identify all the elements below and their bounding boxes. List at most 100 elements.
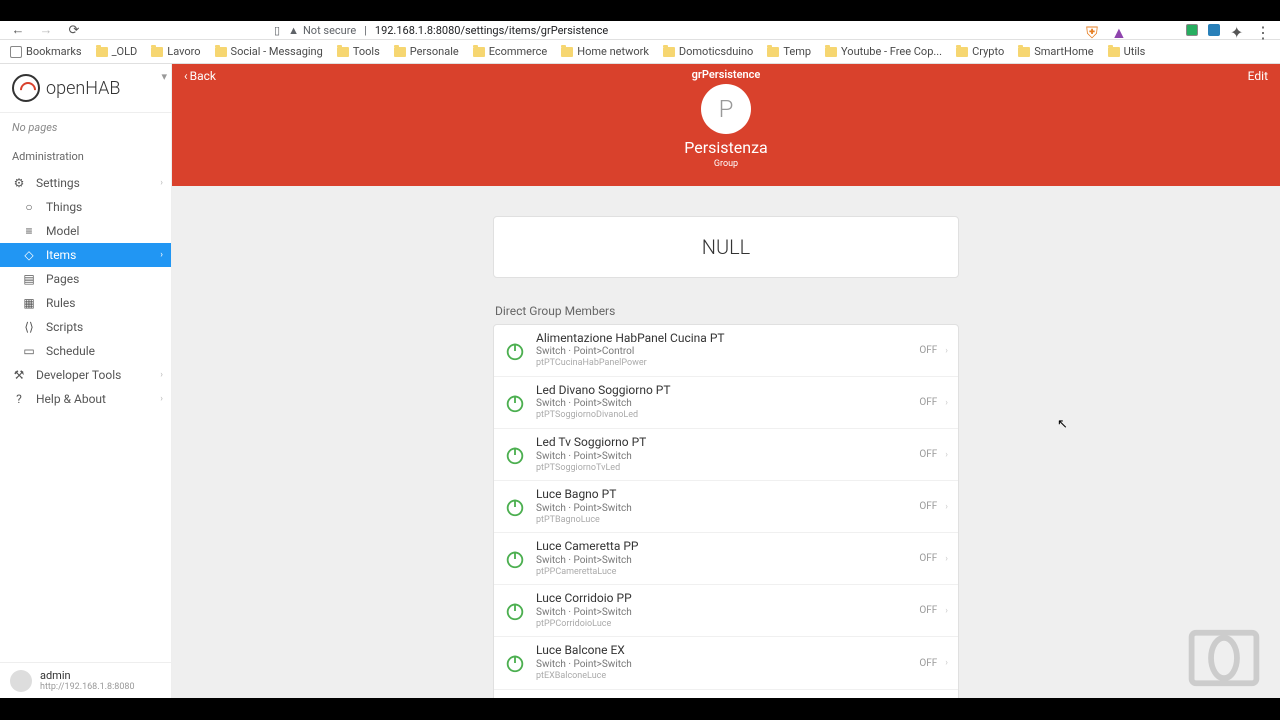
member-row[interactable]: Luce Corridoio PPSwitch · Point>Switchpt… (494, 585, 958, 637)
sidebar-item-label: Developer Tools (36, 368, 121, 382)
sidebar: ▾ openHAB No pages Administration ⚙Setti… (0, 64, 172, 698)
item-badge: P (701, 84, 751, 134)
user-footer[interactable]: admin http://192.168.1.8:8080 (0, 662, 171, 698)
power-icon (504, 496, 526, 518)
sidebar-item-schedule[interactable]: ▭Schedule (0, 339, 171, 363)
triangle-icon[interactable]: ▲ (1111, 23, 1126, 38)
member-row[interactable]: Led Divano Soggiorno PTSwitch · Point>Sw… (494, 377, 958, 429)
nav-icon: ? (12, 392, 26, 406)
member-name: Led Tv Soggiorno PT (536, 435, 919, 449)
member-id: ptEXBalconeLuce (536, 671, 919, 683)
chevron-right-icon: › (160, 178, 163, 188)
bookmark-utils[interactable]: Utils (1108, 45, 1146, 58)
forward-button[interactable]: → (38, 22, 54, 38)
power-icon (504, 548, 526, 570)
member-row[interactable]: Alimentazione HabPanel Cucina PTSwitch ·… (494, 325, 958, 377)
brand-text: openHAB (46, 78, 120, 99)
chevron-right-icon: › (945, 658, 948, 668)
warning-icon: ▲ (288, 24, 299, 37)
ext-blue-icon[interactable] (1208, 24, 1220, 36)
chevron-right-icon: › (160, 250, 163, 260)
logo[interactable]: openHAB (0, 64, 171, 113)
sidebar-item-label: Rules (46, 296, 75, 310)
member-subtitle: Switch · Point>Switch (536, 606, 919, 619)
bookmark-home-network[interactable]: Home network (561, 45, 649, 58)
pin-icon[interactable]: ▾ (161, 70, 167, 83)
member-state: OFF (919, 345, 937, 356)
folder-icon (394, 47, 406, 57)
bookmark-lavoro[interactable]: Lavoro (151, 45, 200, 58)
sidebar-item-scripts[interactable]: ⟨⟩Scripts (0, 315, 171, 339)
address-bar[interactable]: ▯ ▲Not secure | 192.168.1.8:8080/setting… (94, 24, 1074, 37)
security-label: Not secure (303, 24, 356, 37)
menu-icon[interactable]: ⋮ (1255, 23, 1270, 38)
folder-icon (956, 47, 968, 57)
bookmark-bookmarks[interactable]: Bookmarks (10, 45, 82, 58)
bookmark-crypto[interactable]: Crypto (956, 45, 1004, 58)
bookmark-youtube-free-cop-[interactable]: Youtube - Free Cop... (825, 45, 942, 58)
reload-button[interactable]: ⟳ (66, 22, 82, 38)
sidebar-item-help-about[interactable]: ? Help & About › (0, 387, 171, 411)
sidebar-item-model[interactable]: ≡Model (0, 219, 171, 243)
sidebar-item-label: Pages (46, 272, 79, 286)
bookmarks-bar: Bookmarks _OLD Lavoro Social - Messaging Too… (0, 40, 1280, 64)
nav-icon: ≡ (22, 224, 36, 238)
chevron-right-icon: › (945, 554, 948, 564)
logo-icon (12, 74, 40, 102)
member-state: OFF (919, 658, 937, 669)
bookmark-social-messaging[interactable]: Social - Messaging (215, 45, 323, 58)
bookmark-smarthome[interactable]: SmartHome (1018, 45, 1093, 58)
member-id: ptPTSoggiornoDivanoLed (536, 410, 919, 422)
member-row[interactable]: Luce Balcone EXSwitch · Point>SwitchptEX… (494, 637, 958, 689)
sidebar-item-settings[interactable]: ⚙Settings› (0, 171, 171, 195)
chevron-right-icon: › (945, 606, 948, 616)
member-row[interactable]: Led Tv Soggiorno PTSwitch · Point>Switch… (494, 429, 958, 481)
power-icon (504, 340, 526, 362)
sidebar-item-developer-tools[interactable]: ⚒Developer Tools› (0, 363, 171, 387)
back-link[interactable]: ‹ Back (184, 69, 216, 83)
member-subtitle: Switch · Point>Switch (536, 450, 919, 463)
member-row[interactable]: Luce Camera da Letto PPSwitch · Point>Sw… (494, 690, 958, 698)
browser-toolbar: ← → ⟳ ▯ ▲Not secure | 192.168.1.8:8080/s… (0, 21, 1280, 40)
sidebar-item-things[interactable]: ○Things (0, 195, 171, 219)
member-name: Luce Corridoio PP (536, 591, 919, 605)
bookmark-ecommerce[interactable]: Ecommerce (473, 45, 548, 58)
bookmark--old[interactable]: _OLD (96, 45, 138, 58)
ext-green-icon[interactable] (1186, 24, 1198, 36)
folder-icon (663, 47, 675, 57)
member-subtitle: Switch · Point>Control (536, 345, 919, 358)
bookmark-personale[interactable]: Personale (394, 45, 459, 58)
member-name: Led Divano Soggiorno PT (536, 383, 919, 397)
watermark (1188, 628, 1260, 692)
letterbox-bottom (0, 698, 1280, 720)
member-row[interactable]: Luce Cameretta PPSwitch · Point>Switchpt… (494, 533, 958, 585)
nav-icon: ⚙ (12, 176, 26, 190)
sidebar-item-pages[interactable]: ▤Pages (0, 267, 171, 291)
member-row[interactable]: Luce Bagno PTSwitch · Point>SwitchptPTBa… (494, 481, 958, 533)
shield-icon[interactable]: ⛨ (1086, 23, 1101, 38)
sidebar-item-label: Help & About (36, 392, 106, 406)
back-button[interactable]: ← (10, 22, 26, 38)
power-icon (504, 652, 526, 674)
chevron-right-icon: › (160, 394, 163, 404)
sidebar-item-items[interactable]: ◇Items› (0, 243, 171, 267)
avatar (10, 670, 32, 692)
chevron-right-icon: › (160, 370, 163, 380)
bookmark-domoticsduino[interactable]: Domoticsduino (663, 45, 753, 58)
member-subtitle: Switch · Point>Switch (536, 397, 919, 410)
extensions-icon[interactable]: ✦ (1230, 23, 1245, 38)
member-name: Luce Cameretta PP (536, 539, 919, 553)
url-text: 192.168.1.8:8080/settings/items/grPersis… (375, 24, 608, 37)
sidebar-item-label: Scripts (46, 320, 83, 334)
state-value: NULL (493, 216, 959, 278)
folder-icon (151, 47, 163, 57)
admin-label: Administration (0, 142, 171, 171)
member-id: ptPTCucinaHabPanelPower (536, 358, 919, 370)
member-subtitle: Switch · Point>Switch (536, 658, 919, 671)
member-name: Luce Bagno PT (536, 487, 919, 501)
bookmark-tools[interactable]: Tools (337, 45, 380, 58)
bookmark-temp[interactable]: Temp (767, 45, 811, 58)
folder-icon (215, 47, 227, 57)
sidebar-item-rules[interactable]: ▦Rules (0, 291, 171, 315)
edit-button[interactable]: Edit (1248, 69, 1268, 83)
